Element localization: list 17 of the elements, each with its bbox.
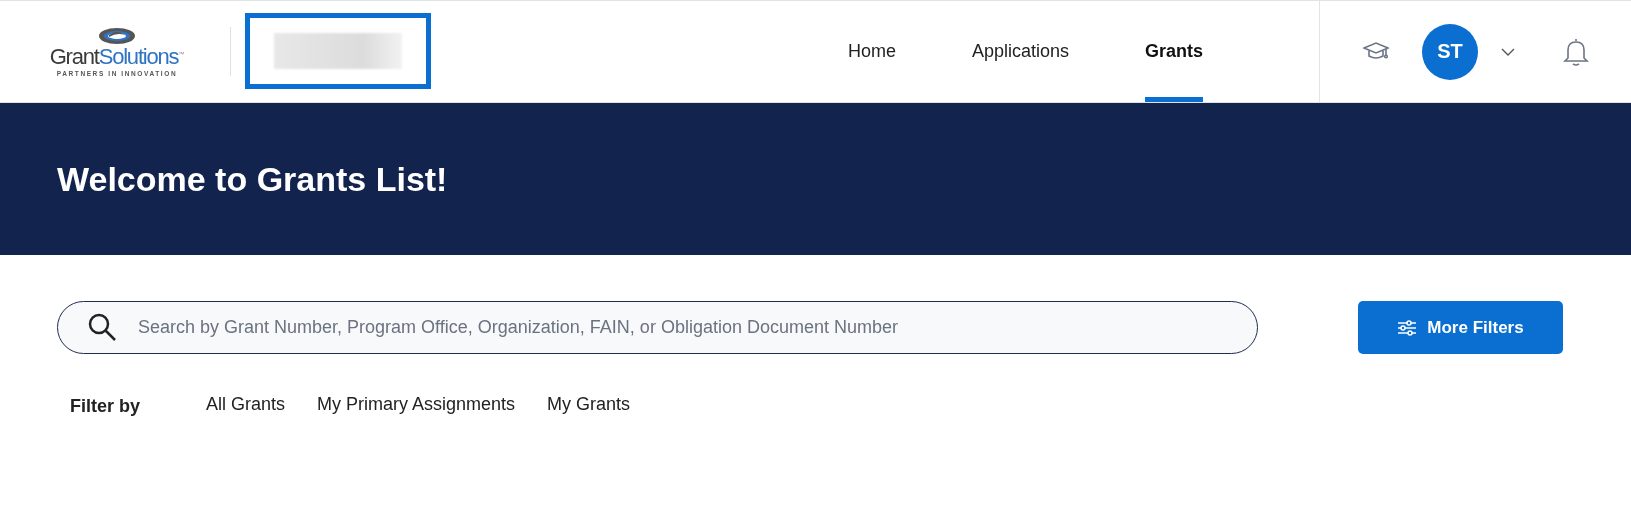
avatar[interactable]: ST bbox=[1422, 23, 1478, 80]
chevron-down-icon[interactable] bbox=[1501, 47, 1515, 56]
sliders-icon bbox=[1397, 319, 1418, 336]
filter-tab[interactable]: My Grants bbox=[547, 392, 631, 420]
swirl-icon bbox=[97, 26, 137, 46]
logo-wordmark: GrantSolutions$^{™}$ bbox=[49, 46, 185, 68]
banner-title: Welcome to Grants List! bbox=[57, 159, 448, 199]
nav-tab[interactable]: Grants bbox=[1106, 1, 1241, 102]
filter-tab[interactable]: All Grants bbox=[206, 392, 286, 420]
search-field[interactable]: Search by Grant Number, Program Office, Organization, FAIN, or Obligation Document Number bbox=[57, 301, 1258, 354]
more-filters-button[interactable]: More Filters bbox=[1358, 301, 1563, 354]
notification-bell-icon[interactable] bbox=[1563, 37, 1589, 66]
search-icon bbox=[87, 312, 117, 342]
filter-tab[interactable]: My Primary Assignments bbox=[317, 392, 516, 420]
nav-tab[interactable]: Home bbox=[809, 1, 934, 102]
filter-label: Filter by bbox=[70, 395, 140, 417]
nav-tab[interactable]: Applications bbox=[933, 1, 1107, 102]
